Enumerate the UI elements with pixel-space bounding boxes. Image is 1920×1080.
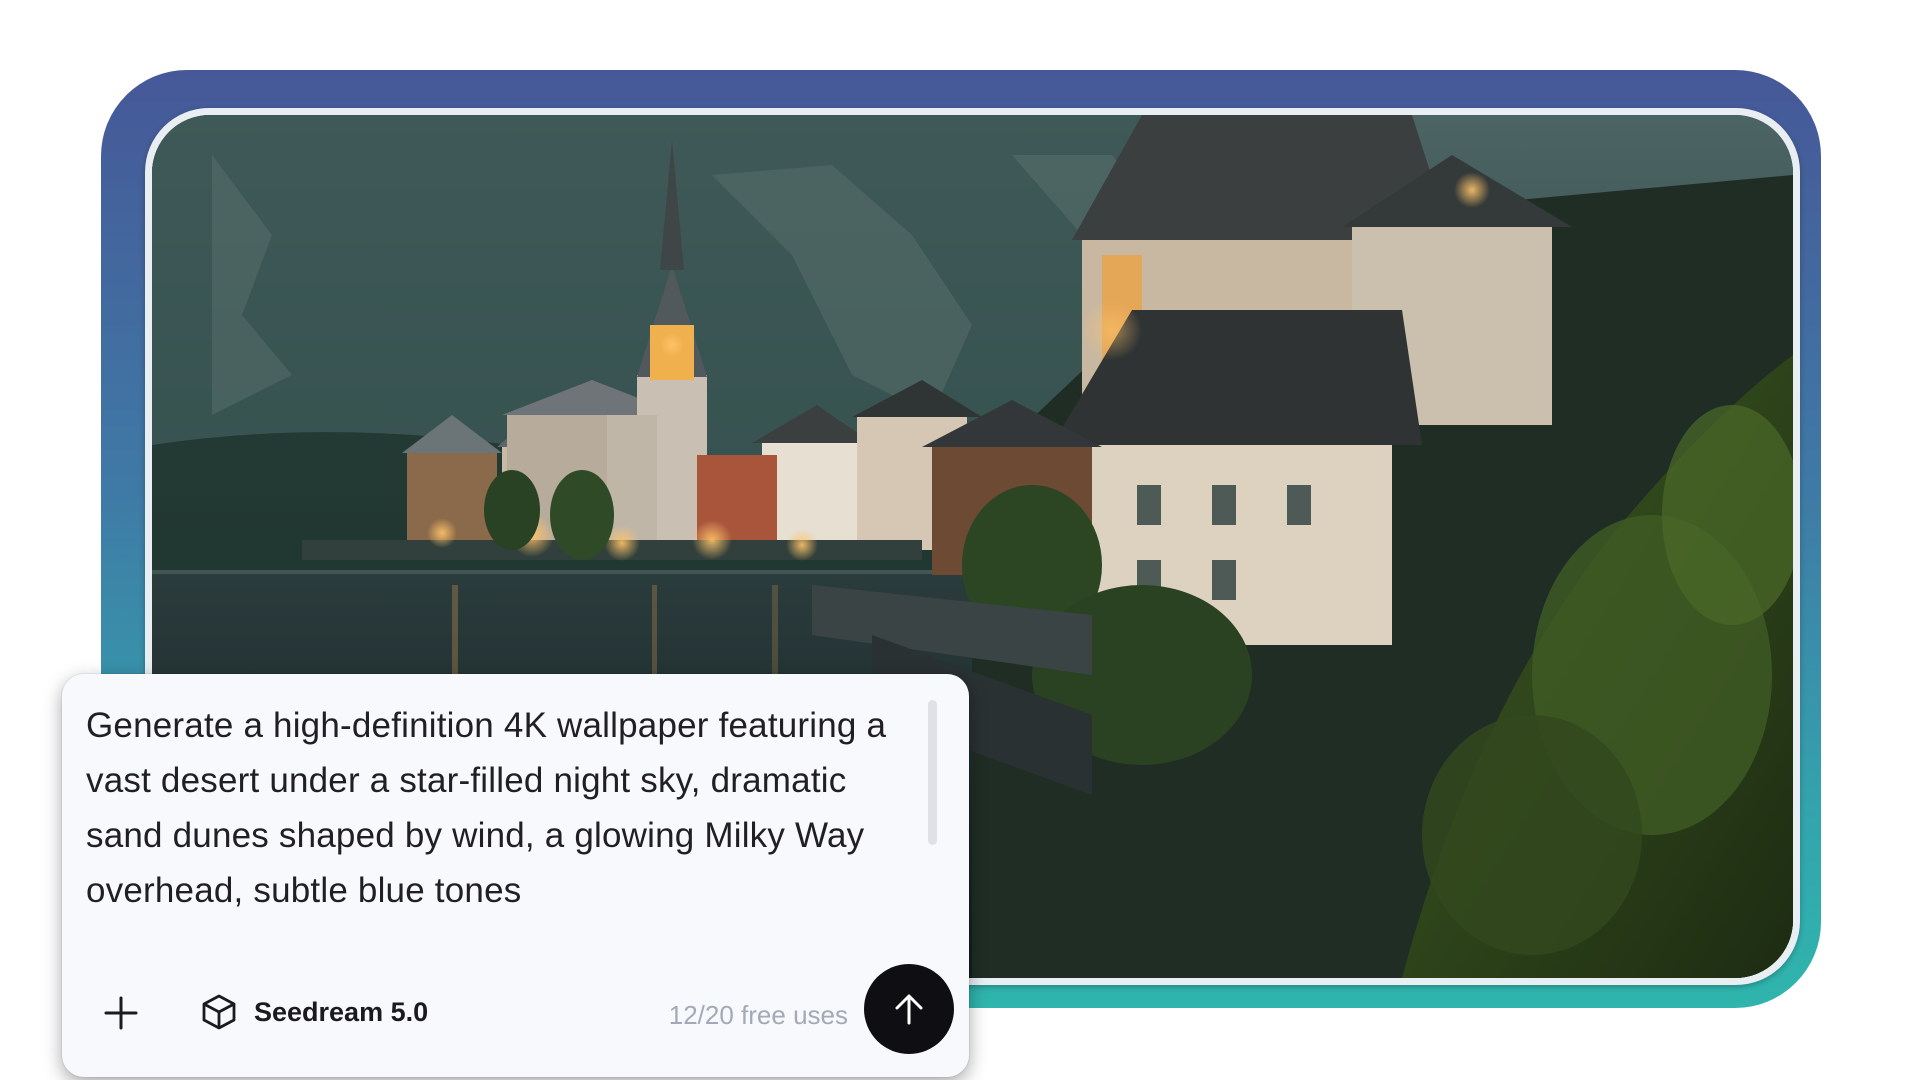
stage: Generate a high-definition 4K wallpaper … bbox=[0, 0, 1920, 1080]
plus-icon bbox=[104, 996, 138, 1030]
prompt-card: Generate a high-definition 4K wallpaper … bbox=[62, 674, 969, 1077]
prompt-scrollbar[interactable] bbox=[928, 700, 937, 845]
add-button[interactable] bbox=[96, 988, 146, 1038]
usage-counter: 12/20 free uses bbox=[668, 1000, 848, 1030]
send-button[interactable] bbox=[864, 964, 954, 1054]
prompt-toolbar: Seedream 5.0 12/20 free uses bbox=[62, 964, 969, 1064]
model-selector[interactable]: Seedream 5.0 bbox=[200, 986, 428, 1038]
cube-icon bbox=[202, 994, 236, 1030]
arrow-up-icon bbox=[895, 994, 923, 1025]
prompt-input[interactable]: Generate a high-definition 4K wallpaper … bbox=[86, 698, 906, 928]
model-label: Seedream 5.0 bbox=[254, 996, 429, 1027]
